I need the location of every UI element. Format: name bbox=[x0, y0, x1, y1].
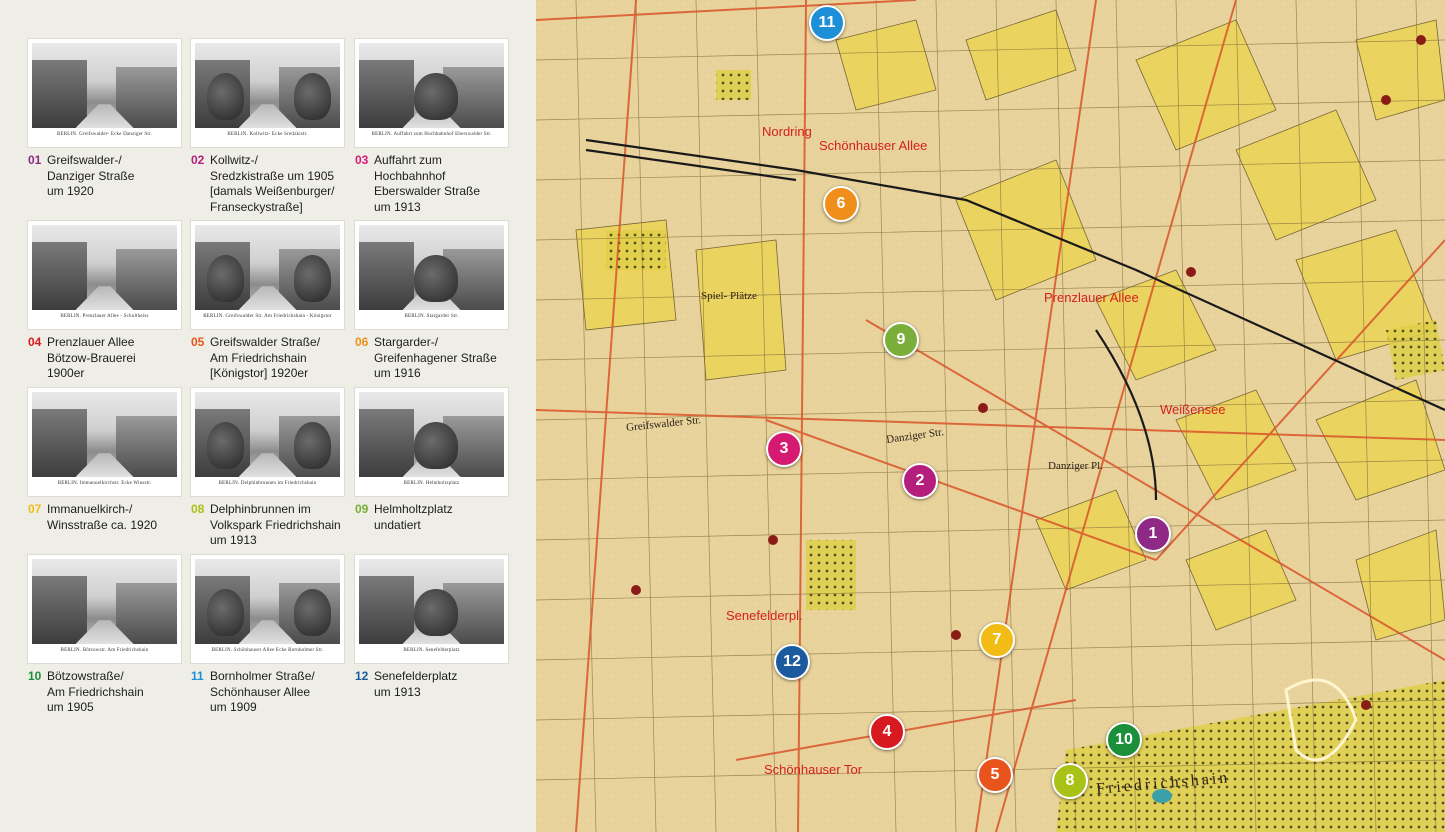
photo-label: 03 Auffahrt zum Hochbahnhof Eberswalder S… bbox=[355, 153, 511, 215]
photo-label: 09 Helmholtzplatz undatiert bbox=[355, 502, 511, 533]
map-marker-6[interactable]: 6 bbox=[823, 186, 859, 222]
photo-description: Bötzowstraße/ Am Friedrichshain um 1905 bbox=[47, 669, 144, 714]
photo-card: BERLIN. Prenzlauer Allee - Schultheiss 04… bbox=[28, 221, 184, 382]
photo-caption: BERLIN. Prenzlauer Allee - Schultheiss bbox=[60, 314, 149, 319]
photo-description: Stargarder-/ Greifenhagener Straße um 19… bbox=[374, 335, 497, 380]
photo-image bbox=[195, 559, 340, 644]
historic-photo: BERLIN. Bötzowstr. Am Friedrichshain bbox=[28, 555, 181, 663]
photo-caption: BERLIN. Helmholtzplatz bbox=[403, 481, 460, 486]
photo-description: Immanuelkirch-/ Winsstraße ca. 1920 bbox=[47, 502, 158, 532]
photo-label: 11 Bornholmer Straße/ Schönhauser Allee u… bbox=[191, 669, 347, 716]
map-marker-3[interactable]: 3 bbox=[766, 431, 802, 467]
map-marker-10[interactable]: 10 bbox=[1106, 722, 1142, 758]
historic-photo: BERLIN. Immanuelkirchstr. Ecke Winsstr. bbox=[28, 388, 181, 496]
map-marker-4[interactable]: 4 bbox=[869, 714, 905, 750]
photo-image bbox=[32, 225, 177, 310]
photo-card: BERLIN. Delphinbrunnen im Friedrichshain… bbox=[191, 388, 347, 549]
photo-label: 01 Greifswalder-/ Danziger Straße um 1920 bbox=[28, 153, 184, 200]
photo-description: Greifswalder Straße/ Am Friedrichshain [… bbox=[210, 335, 321, 380]
photo-number: 07 bbox=[28, 502, 42, 516]
photo-caption: BERLIN. Greifswalder- Ecke Danziger Str. bbox=[56, 132, 153, 137]
map-marker-9[interactable]: 9 bbox=[883, 322, 919, 358]
historic-photo: BERLIN. Delphinbrunnen im Friedrichshain bbox=[191, 388, 344, 496]
photo-description: Kollwitz-/ Sredzkistraße um 1905 [damals… bbox=[210, 153, 335, 214]
photo-description: Bornholmer Straße/ Schönhauser Allee um … bbox=[210, 669, 315, 714]
photo-caption: BERLIN. Kollwitz- Ecke Sredzkistr. bbox=[227, 132, 308, 137]
photo-caption: BERLIN. Schönhauser Allee Ecke Bornholme… bbox=[211, 648, 324, 653]
map-marker-2[interactable]: 2 bbox=[902, 463, 938, 499]
photo-image bbox=[359, 559, 504, 644]
photo-image bbox=[195, 43, 340, 128]
photo-description: Auffahrt zum Hochbahnhof Eberswalder Str… bbox=[374, 153, 481, 214]
photo-label: 04 Prenzlauer Allee Bötzow-Brauerei 1900e… bbox=[28, 335, 184, 382]
photo-card: BERLIN. Helmholtzplatz 09 Helmholtzplatz u… bbox=[355, 388, 511, 533]
photo-description: Senefelderplatz um 1913 bbox=[374, 669, 458, 699]
photo-image bbox=[195, 225, 340, 310]
historic-photo: BERLIN. Auffahrt zum Hochbahnhof Eberswa… bbox=[355, 39, 508, 147]
photo-number: 12 bbox=[355, 669, 369, 683]
photo-description: Delphinbrunnen im Volkspark Friedrichsha… bbox=[210, 502, 341, 547]
photo-image bbox=[195, 392, 340, 477]
photo-caption: BERLIN. Greifswalder Str. Am Friedrichsh… bbox=[203, 314, 332, 319]
historic-photo: BERLIN. Prenzlauer Allee - Schultheiss bbox=[28, 221, 181, 329]
photo-description: Prenzlauer Allee Bötzow-Brauerei 1900er bbox=[47, 335, 136, 380]
photo-number: 08 bbox=[191, 502, 205, 516]
photo-number: 03 bbox=[355, 153, 369, 167]
photo-caption: BERLIN. Delphinbrunnen im Friedrichshain bbox=[218, 481, 317, 486]
map-marker-1[interactable]: 1 bbox=[1135, 516, 1171, 552]
photo-label: 10 Bötzowstraße/ Am Friedrichshain um 190… bbox=[28, 669, 184, 716]
historic-photo: BERLIN. Schönhauser Allee Ecke Bornholme… bbox=[191, 555, 344, 663]
map-marker-5[interactable]: 5 bbox=[977, 757, 1013, 793]
historic-photo: BERLIN. Greifswalder- Ecke Danziger Str. bbox=[28, 39, 181, 147]
map-marker-8[interactable]: 8 bbox=[1052, 763, 1088, 799]
photo-card: BERLIN. Stargarder Str. 06 Stargarder-/ Gr… bbox=[355, 221, 511, 382]
photo-card: BERLIN. Greifswalder- Ecke Danziger Str.… bbox=[28, 39, 184, 200]
photo-number: 02 bbox=[191, 153, 205, 167]
historic-photo: BERLIN. Stargarder Str. bbox=[355, 221, 508, 329]
map-marker-7[interactable]: 7 bbox=[979, 622, 1015, 658]
historic-photo: BERLIN. Kollwitz- Ecke Sredzkistr. bbox=[191, 39, 344, 147]
photo-caption: BERLIN. Auffahrt zum Hochbahnhof Eberswa… bbox=[371, 132, 492, 137]
photo-image bbox=[359, 225, 504, 310]
photo-number: 05 bbox=[191, 335, 205, 349]
photo-label: 07 Immanuelkirch-/ Winsstraße ca. 1920 bbox=[28, 502, 184, 533]
historic-photo: BERLIN. Helmholtzplatz bbox=[355, 388, 508, 496]
photo-card: BERLIN. Kollwitz- Ecke Sredzkistr. 02 Koll… bbox=[191, 39, 347, 215]
historic-photo: BERLIN. Senefelderplatz bbox=[355, 555, 508, 663]
photo-card: BERLIN. Immanuelkirchstr. Ecke Winsstr. 0… bbox=[28, 388, 184, 533]
photo-panel: BERLIN. Greifswalder- Ecke Danziger Str.… bbox=[0, 0, 536, 832]
photo-card: BERLIN. Auffahrt zum Hochbahnhof Eberswa… bbox=[355, 39, 511, 215]
photo-label: 12 Senefelderplatz um 1913 bbox=[355, 669, 511, 700]
map-marker-11[interactable]: 11 bbox=[809, 5, 845, 41]
photo-number: 01 bbox=[28, 153, 42, 167]
photo-number: 04 bbox=[28, 335, 42, 349]
photo-label: 05 Greifswalder Straße/ Am Friedrichshain… bbox=[191, 335, 347, 382]
photo-caption: BERLIN. Immanuelkirchstr. Ecke Winsstr. bbox=[57, 481, 152, 486]
photo-card: BERLIN. Greifswalder Str. Am Friedrichsh… bbox=[191, 221, 347, 382]
photo-description: Helmholtzplatz undatiert bbox=[374, 502, 453, 532]
photo-caption: BERLIN. Stargarder Str. bbox=[404, 314, 459, 319]
photo-label: 06 Stargarder-/ Greifenhagener Straße um … bbox=[355, 335, 511, 382]
photo-card: BERLIN. Schönhauser Allee Ecke Bornholme… bbox=[191, 555, 347, 716]
photo-card: BERLIN. Senefelderplatz 12 Senefelderplatz… bbox=[355, 555, 511, 700]
photo-card: BERLIN. Bötzowstr. Am Friedrichshain 10 Bö… bbox=[28, 555, 184, 716]
map-marker-12[interactable]: 12 bbox=[774, 644, 810, 680]
photo-label: 08 Delphinbrunnen im Volkspark Friedrichs… bbox=[191, 502, 347, 549]
photo-label: 02 Kollwitz-/ Sredzkistraße um 1905 [dama… bbox=[191, 153, 347, 215]
photo-description: Greifswalder-/ Danziger Straße um 1920 bbox=[47, 153, 135, 198]
photo-number: 11 bbox=[191, 669, 204, 683]
photo-number: 10 bbox=[28, 669, 42, 683]
historic-photo: BERLIN. Greifswalder Str. Am Friedrichsh… bbox=[191, 221, 344, 329]
photo-caption: BERLIN. Bötzowstr. Am Friedrichshain bbox=[60, 648, 149, 653]
photo-image bbox=[32, 559, 177, 644]
photo-image bbox=[32, 392, 177, 477]
photo-image bbox=[359, 43, 504, 128]
photo-caption: BERLIN. Senefelderplatz bbox=[403, 648, 460, 653]
map-background bbox=[536, 0, 1445, 832]
historic-map[interactable]: Schönhauser Allee Nordring Prenzlauer Alle… bbox=[536, 0, 1445, 832]
photo-image bbox=[32, 43, 177, 128]
photo-image bbox=[359, 392, 504, 477]
photo-number: 06 bbox=[355, 335, 369, 349]
photo-number: 09 bbox=[355, 502, 369, 516]
